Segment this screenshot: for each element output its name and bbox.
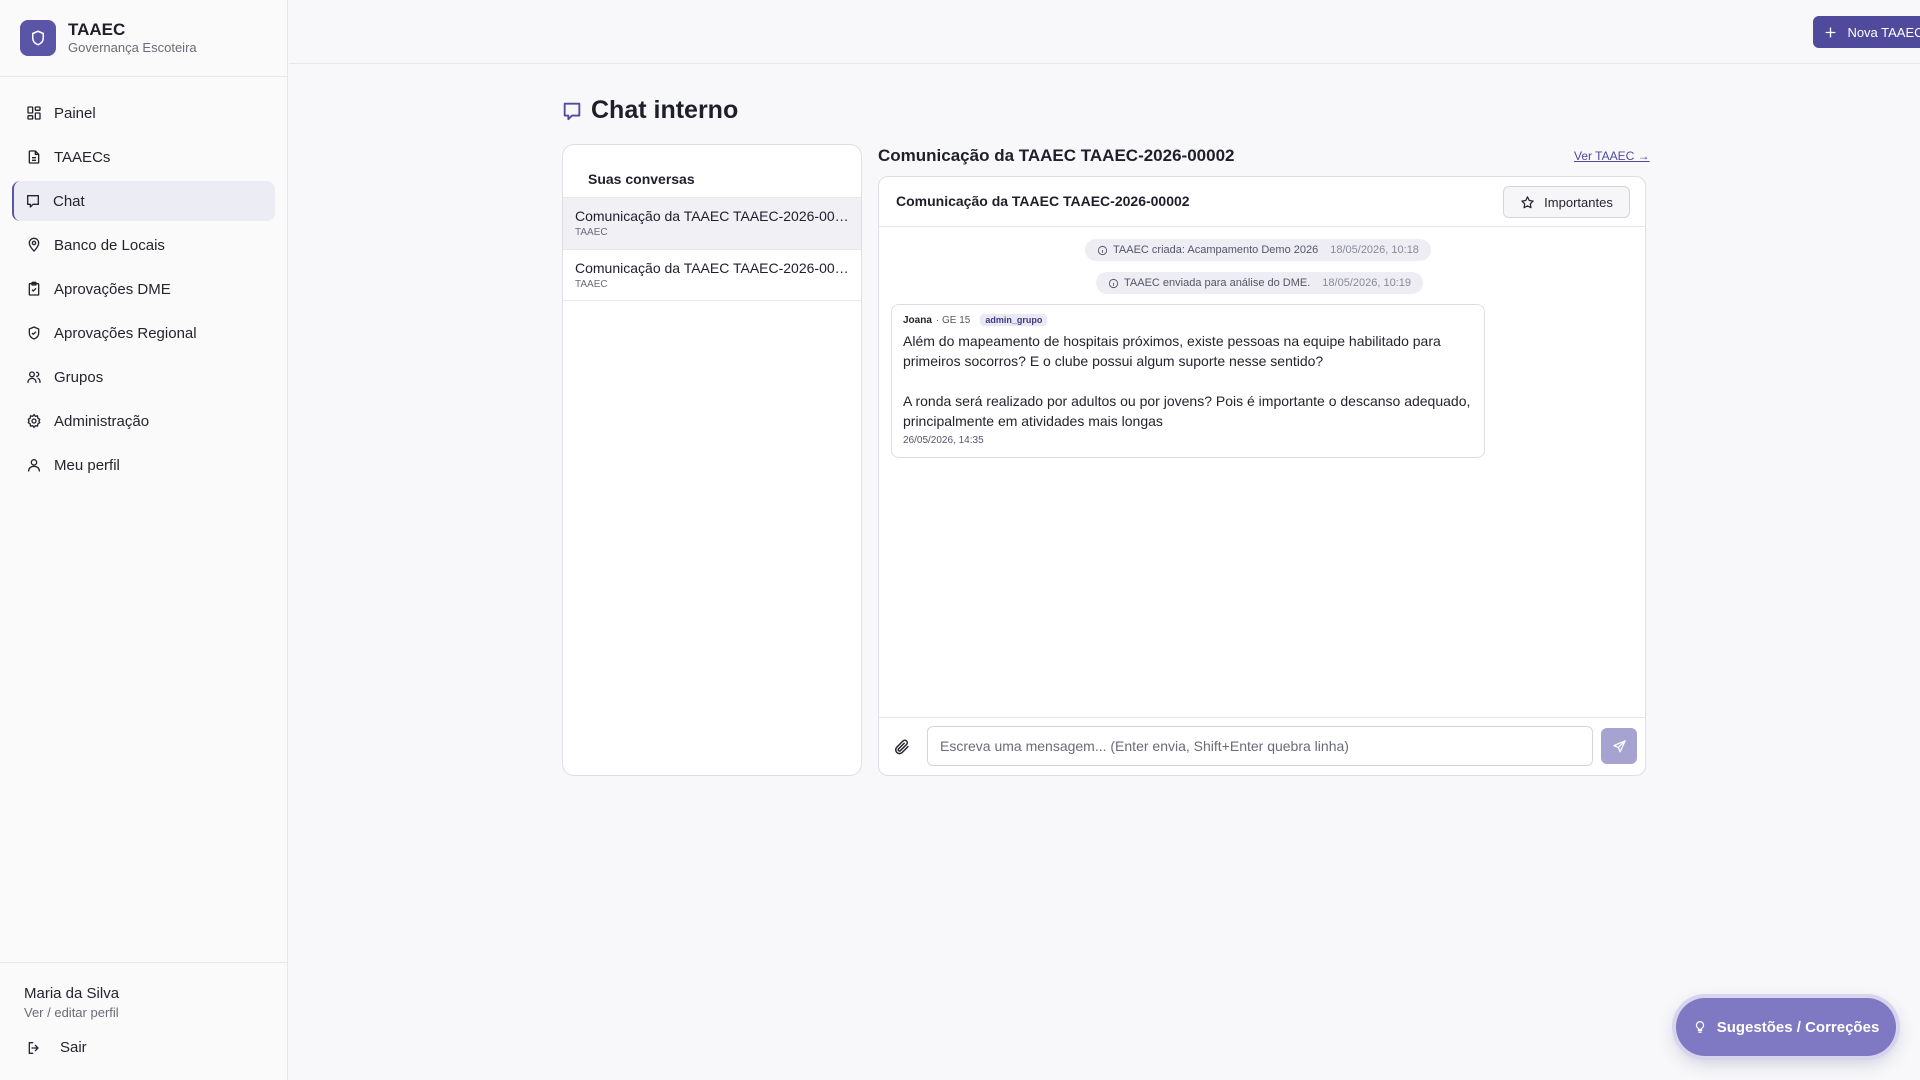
sidebar-item-meu-perfil[interactable]: Meu perfil bbox=[12, 445, 275, 485]
users-icon bbox=[27, 371, 41, 383]
page-title-text: Chat interno bbox=[591, 96, 739, 124]
system-event: TAAEC criada: Acampamento Demo 2026 18/0… bbox=[1085, 239, 1431, 261]
view-taaec-link[interactable]: Ver TAAEC → bbox=[1574, 149, 1650, 163]
important-button[interactable]: Importantes bbox=[1503, 186, 1630, 218]
sidebar-item-label: Banco de Locais bbox=[54, 236, 165, 254]
new-taaec-label: Nova TAAEC bbox=[1847, 24, 1920, 40]
shield-icon bbox=[20, 20, 56, 56]
brand-title: TAAEC bbox=[68, 20, 126, 39]
suggestions-label: Sugestões / Correções bbox=[1716, 1018, 1880, 1036]
message-input[interactable] bbox=[927, 726, 1593, 766]
message-composer bbox=[879, 717, 1645, 775]
sidebar-item-label: Grupos bbox=[54, 368, 104, 386]
chat-heading: Comunicação da TAAEC TAAEC-2026-00002 bbox=[878, 146, 1235, 165]
sidebar-item-label: Painel bbox=[54, 104, 96, 122]
clipboard-check-icon bbox=[28, 281, 40, 296]
sidebar-item-chat[interactable]: Chat bbox=[12, 181, 275, 221]
message-time: 26/05/2026, 14:35 bbox=[903, 435, 984, 446]
document-icon bbox=[28, 150, 40, 164]
user-name[interactable]: Maria da Silva bbox=[24, 985, 119, 1002]
send-icon bbox=[1612, 739, 1626, 752]
chat-header: Comunicação da TAAEC TAAEC-2026-00002 Im… bbox=[879, 177, 1645, 227]
system-event-text: TAAEC criada: Acampamento Demo 2026 bbox=[1113, 244, 1319, 256]
important-label: Importantes bbox=[1544, 194, 1613, 210]
message-paragraph: A ronda será realizado por adultos ou po… bbox=[903, 393, 1471, 429]
sidebar: TAAEC Governança Escoteira Painel TAAECs… bbox=[0, 0, 288, 1080]
sidebar-item-aprovacoes-dme[interactable]: Aprovações DME bbox=[12, 269, 275, 309]
system-event-time: 18/05/2026, 10:19 bbox=[1322, 277, 1411, 289]
conversation-list-header: Suas conversas bbox=[588, 171, 695, 187]
edit-profile-link[interactable]: Ver / editar perfil bbox=[24, 1005, 119, 1020]
chat-panel: Comunicação da TAAEC TAAEC-2026-00002 Im… bbox=[878, 176, 1646, 776]
message-meta: Joana · GE 15 admin_grupo bbox=[903, 314, 1473, 326]
sidebar-footer: Maria da Silva Ver / editar perfil Sair bbox=[0, 962, 288, 1080]
sidebar-item-label: Chat bbox=[53, 192, 85, 210]
sidebar-item-label: Administração bbox=[54, 412, 150, 430]
system-event-text: TAAEC enviada para análise do DME. bbox=[1124, 277, 1311, 289]
conversation-item[interactable]: Comunicação da TAAEC TAAEC-2026-00001 TA… bbox=[563, 249, 861, 301]
shield-check-icon bbox=[28, 326, 40, 340]
page-title: Chat interno bbox=[561, 96, 738, 125]
sidebar-item-grupos[interactable]: Grupos bbox=[12, 357, 275, 397]
gear-icon bbox=[27, 413, 41, 429]
chat-icon bbox=[27, 195, 39, 208]
chat-panel-title: Comunicação da TAAEC TAAEC-2026-00002 bbox=[896, 193, 1190, 209]
user-icon bbox=[28, 459, 40, 472]
message-group: · GE 15 bbox=[935, 314, 971, 326]
lightbulb-icon bbox=[1695, 1021, 1704, 1033]
message-paragraph: Além do mapeamento de hospitais próximos… bbox=[903, 333, 1441, 369]
brand[interactable]: TAAEC Governança Escoteira bbox=[0, 0, 287, 77]
map-pin-icon bbox=[28, 237, 40, 252]
brand-subtitle: Governança Escoteira bbox=[68, 40, 197, 55]
conversation-title: Comunicação da TAAEC TAAEC-2026-00002 bbox=[575, 208, 849, 224]
info-icon bbox=[1097, 245, 1108, 255]
chat-icon bbox=[563, 102, 581, 120]
chat-message: Joana · GE 15 admin_grupo Além do mapeam… bbox=[891, 304, 1485, 458]
sidebar-item-label: Meu perfil bbox=[54, 456, 120, 474]
system-event-time: 18/05/2026, 10:18 bbox=[1330, 244, 1419, 256]
plus-icon bbox=[1825, 26, 1836, 38]
conversation-list: Suas conversas Comunicação da TAAEC TAAE… bbox=[562, 144, 862, 776]
sidebar-item-painel[interactable]: Painel bbox=[12, 93, 275, 133]
topbar: Nova TAAEC bbox=[289, 0, 1920, 64]
sidebar-item-banco-de-locais[interactable]: Banco de Locais bbox=[12, 225, 275, 265]
conversation-item[interactable]: Comunicação da TAAEC TAAEC-2026-00002 TA… bbox=[563, 197, 861, 249]
suggestions-button[interactable]: Sugestões / Correções bbox=[1676, 998, 1896, 1056]
sidebar-item-administracao[interactable]: Administração bbox=[12, 401, 275, 441]
logout-button[interactable]: Sair bbox=[26, 1039, 87, 1056]
sidebar-item-label: TAAECs bbox=[54, 148, 111, 166]
sidebar-item-aprovacoes-regional[interactable]: Aprovações Regional bbox=[12, 313, 275, 353]
sidebar-item-taaecs[interactable]: TAAECs bbox=[12, 137, 275, 177]
role-badge: admin_grupo bbox=[980, 314, 1048, 326]
message-body: Além do mapeamento de hospitais próximos… bbox=[903, 331, 1473, 431]
sidebar-item-label: Aprovações DME bbox=[54, 280, 171, 298]
conversation-subtitle: TAAEC bbox=[575, 227, 608, 238]
new-taaec-button[interactable]: Nova TAAEC bbox=[1813, 16, 1920, 48]
sidebar-item-label: Aprovações Regional bbox=[54, 324, 197, 342]
star-icon bbox=[1521, 195, 1534, 208]
logout-label: Sair bbox=[60, 1039, 87, 1056]
dashboard-icon bbox=[27, 106, 41, 120]
send-button[interactable] bbox=[1601, 728, 1637, 764]
logout-icon bbox=[28, 1041, 39, 1054]
conversation-subtitle: TAAEC bbox=[575, 279, 608, 290]
info-icon bbox=[1108, 278, 1119, 288]
paperclip-icon[interactable] bbox=[893, 738, 911, 756]
message-author: Joana bbox=[903, 314, 932, 326]
system-event: TAAEC enviada para análise do DME. 18/05… bbox=[1096, 272, 1423, 294]
conversation-title: Comunicação da TAAEC TAAEC-2026-00001 bbox=[575, 260, 849, 276]
sidebar-nav: Painel TAAECs Chat Banco de Locais Aprov… bbox=[0, 77, 287, 485]
